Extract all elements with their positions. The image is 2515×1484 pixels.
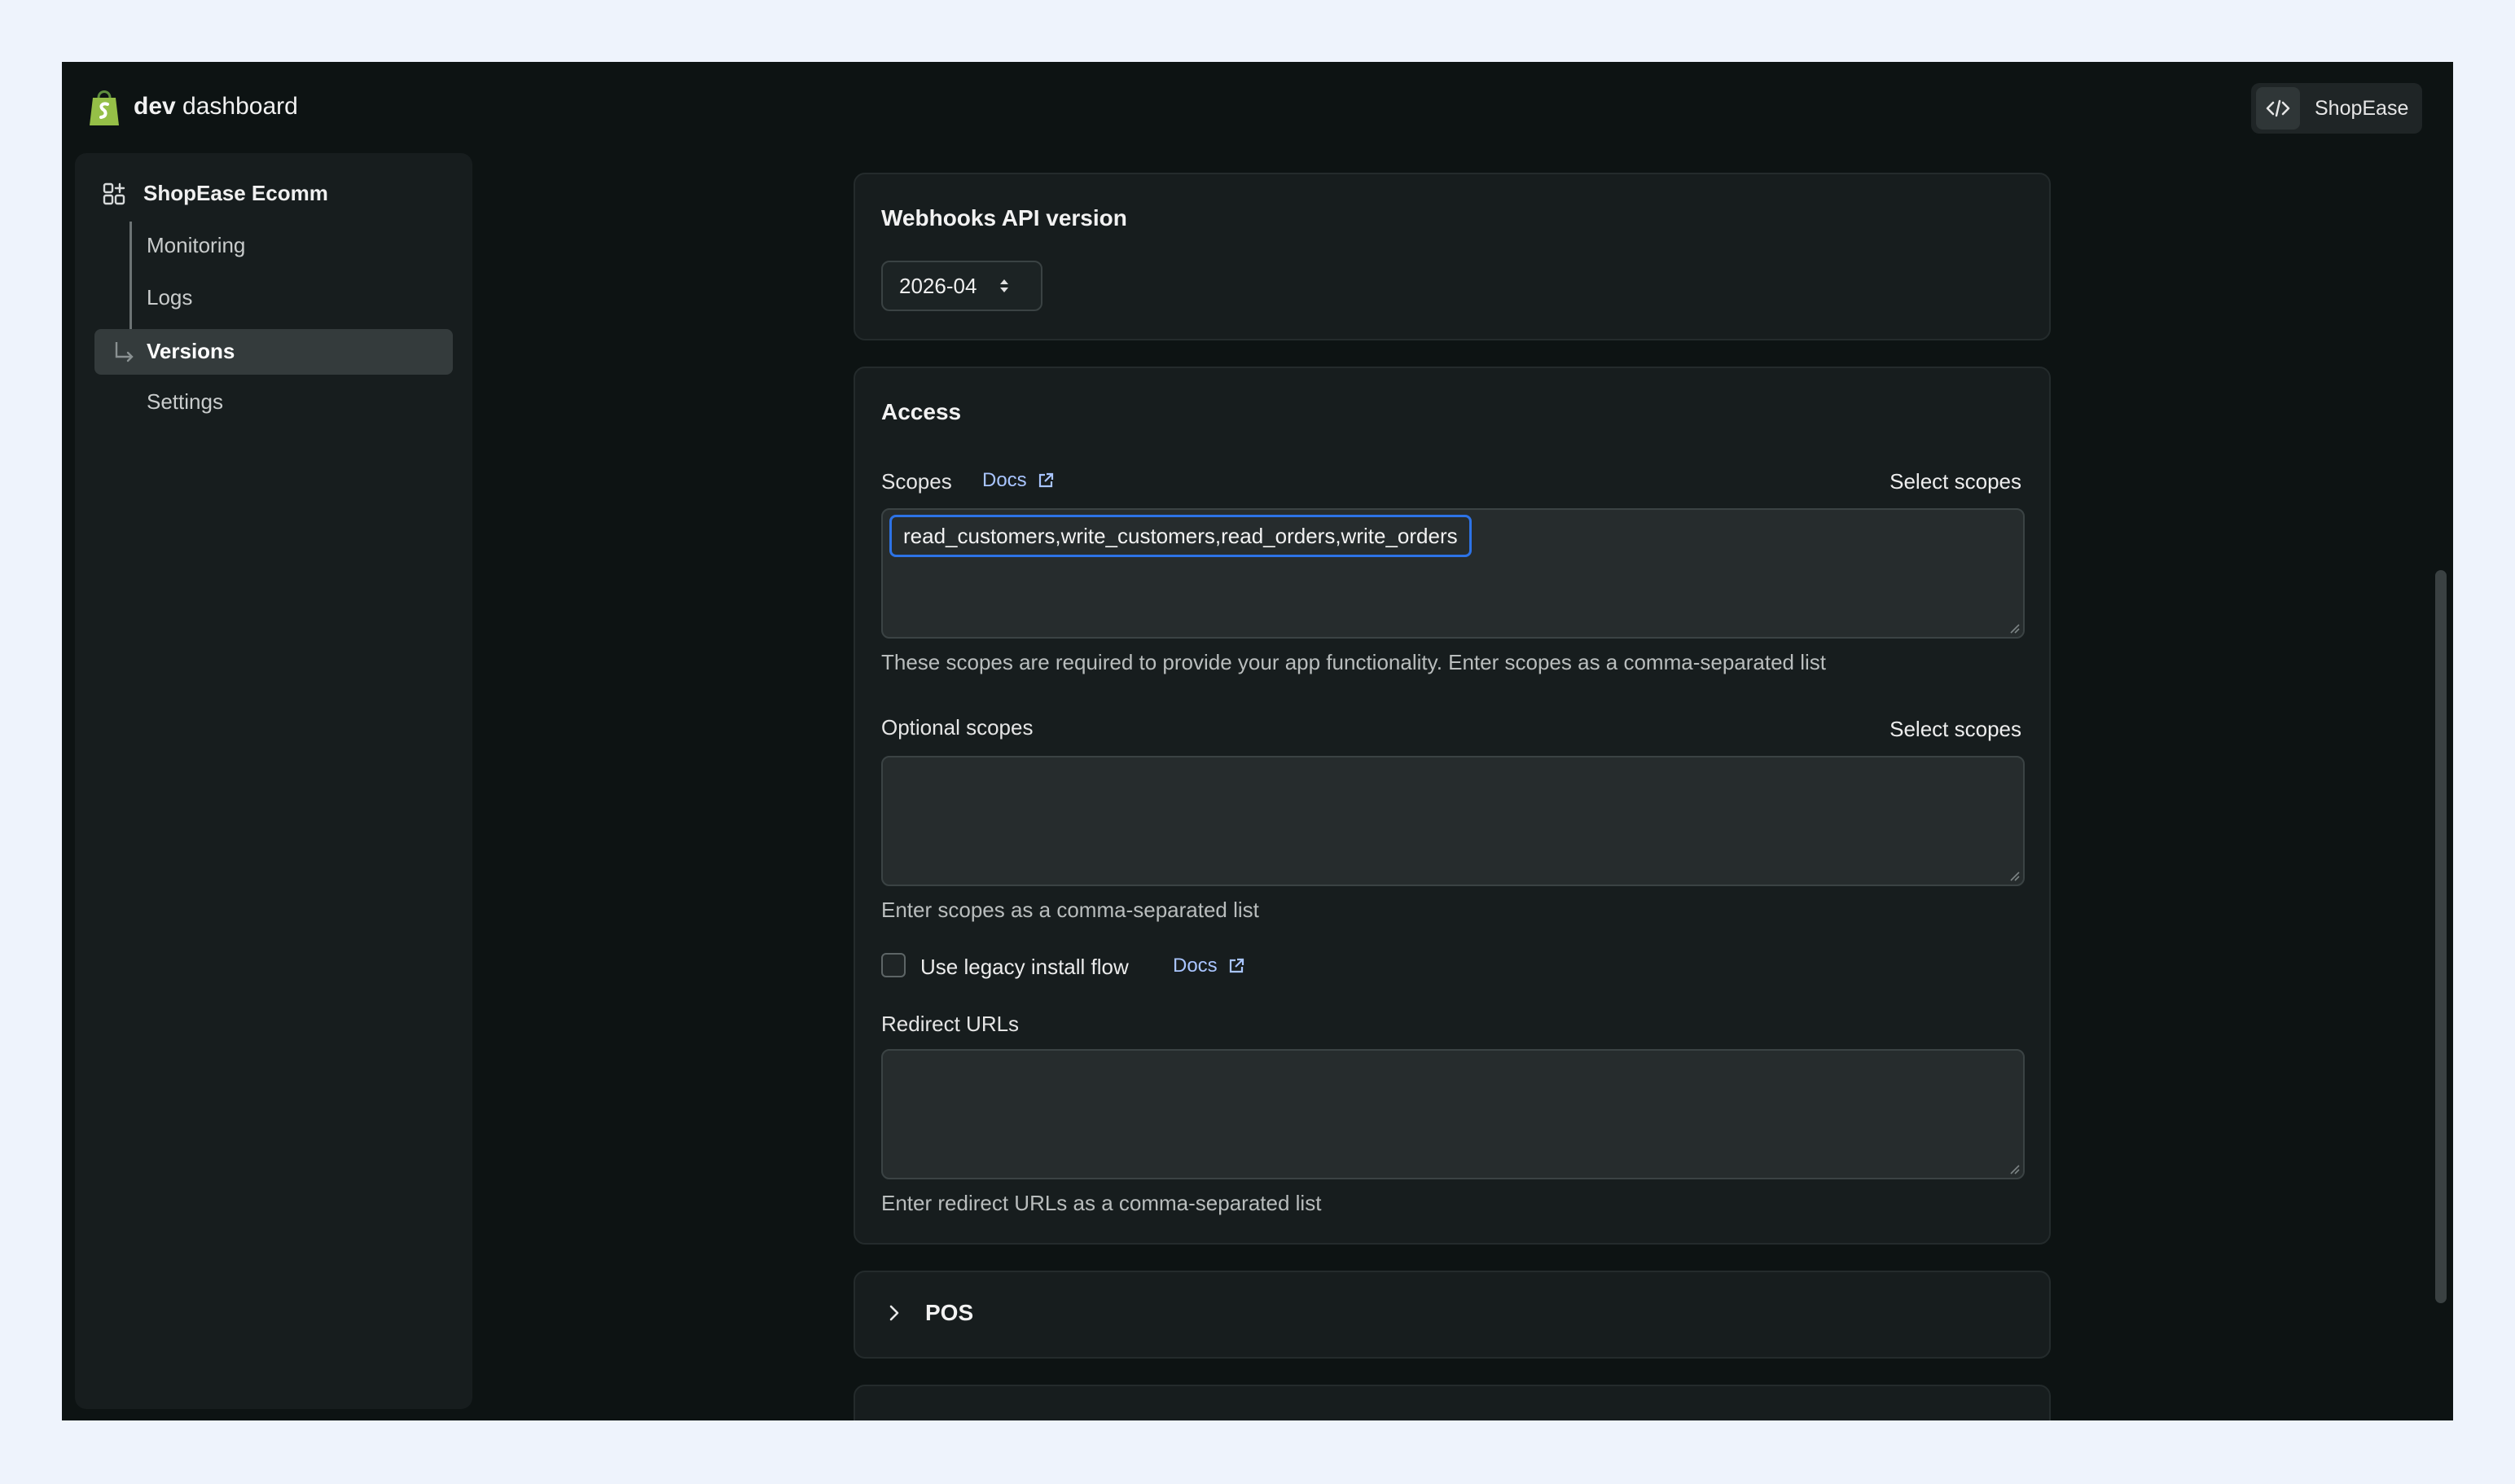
app-switcher-label: ShopEase: [2315, 96, 2409, 120]
redirect-urls-label: Redirect URLs: [881, 1012, 1020, 1036]
apps-icon: [103, 182, 125, 204]
redirect-urls-textarea[interactable]: [881, 1049, 2025, 1179]
select-scopes-button[interactable]: Select scopes: [1890, 469, 2021, 494]
access-card: Access Scopes Docs Select scopes read_cu…: [854, 367, 2051, 1245]
redirect-urls-help-text: Enter redirect URLs as a comma-separated…: [881, 1191, 1322, 1215]
external-link-icon: [1038, 472, 1053, 488]
scopes-docs-link[interactable]: Docs: [982, 469, 1055, 492]
webhooks-title: Webhooks API version: [881, 205, 1127, 231]
legacy-docs-text: Docs: [1173, 955, 1218, 977]
code-icon: [2256, 87, 2300, 130]
access-title: Access: [881, 399, 962, 424]
pos-toggle[interactable]: POS: [888, 1300, 973, 1326]
scrollbar[interactable]: [2429, 62, 2453, 1420]
logo-text: dev dashboard: [134, 93, 298, 120]
external-link-icon: [1229, 958, 1244, 973]
webhooks-version-value: 2026-04: [899, 273, 977, 298]
scopes-value[interactable]: read_customers,write_customers,read_orde…: [889, 515, 1472, 557]
app-switcher-button[interactable]: ShopEase: [2251, 83, 2422, 134]
optional-scopes-label: Optional scopes: [881, 715, 1034, 740]
sidebar-item-versions[interactable]: Versions: [94, 329, 453, 375]
scopes-docs-text: Docs: [982, 469, 1027, 491]
resize-grip-icon[interactable]: [2008, 870, 2020, 881]
resize-grip-icon[interactable]: [2008, 622, 2020, 634]
webhooks-version-select[interactable]: 2026-04: [881, 261, 1042, 311]
pos-card[interactable]: POS: [854, 1271, 2051, 1359]
legacy-docs-link[interactable]: Docs: [1173, 955, 1245, 977]
sidebar-item-settings[interactable]: Settings: [147, 389, 223, 415]
optional-scopes-textarea[interactable]: [881, 756, 2025, 886]
next-card[interactable]: [854, 1385, 2051, 1420]
optional-select-scopes-button[interactable]: Select scopes: [1890, 717, 2021, 742]
pos-title: POS: [925, 1300, 974, 1325]
scopes-label: Scopes: [881, 469, 952, 494]
legacy-install-label[interactable]: Use legacy install flow: [920, 955, 1129, 980]
resize-grip-icon[interactable]: [2008, 1163, 2020, 1174]
shopify-bag-icon: [90, 90, 119, 125]
sidebar-item-logs[interactable]: Logs: [147, 285, 192, 310]
dev-dashboard-logo[interactable]: dev dashboard: [86, 86, 298, 127]
tree-elbow-icon: [115, 342, 134, 362]
webhooks-card: Webhooks API version 2026-04: [854, 173, 2051, 340]
scopes-textarea[interactable]: read_customers,write_customers,read_orde…: [881, 508, 2025, 639]
sidebar-item-monitoring[interactable]: Monitoring: [147, 233, 245, 258]
up-down-arrows-icon: [1000, 279, 1009, 292]
scrollbar-thumb[interactable]: [2435, 570, 2447, 1303]
chevron-right-icon: [889, 1305, 899, 1321]
scopes-help-text: These scopes are required to provide you…: [881, 650, 1827, 674]
sidebar: ShopEase Ecomm Monitoring Logs Versions …: [75, 153, 472, 1409]
browser-window: dev dashboard ShopEase ShopEase Ecomm Mo…: [62, 62, 2453, 1420]
optional-scopes-help-text: Enter scopes as a comma-separated list: [881, 898, 1259, 922]
legacy-install-checkbox[interactable]: [881, 953, 906, 977]
sidebar-app-title[interactable]: ShopEase Ecomm: [103, 181, 328, 206]
